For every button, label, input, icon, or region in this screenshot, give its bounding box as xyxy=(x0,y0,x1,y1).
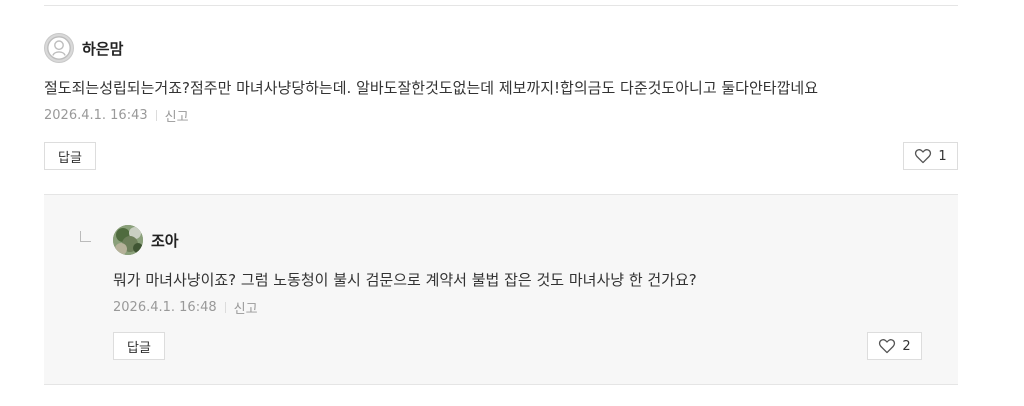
reply-meta: 2026.4.1. 16:48 신고 xyxy=(113,298,258,317)
reply-indicator-icon xyxy=(80,231,91,242)
meta-separator xyxy=(155,110,157,121)
reply-author-name[interactable]: 조아 xyxy=(151,230,179,251)
heart-icon xyxy=(879,339,896,354)
default-profile-icon[interactable] xyxy=(44,33,74,63)
like-button[interactable]: 2 xyxy=(867,332,922,360)
report-link[interactable]: 신고 xyxy=(234,298,258,317)
reply-item: 조아 뭐가 마녀사냥이죠? 그럼 노동청이 불시 검문으로 계약서 불법 잡은 … xyxy=(44,195,958,384)
heart-icon xyxy=(915,149,932,164)
comment-author-row: 하은맘 xyxy=(44,33,123,63)
bottom-divider xyxy=(44,384,958,385)
reply-date: 2026.4.1. 16:48 xyxy=(113,300,217,315)
top-divider xyxy=(44,5,958,6)
reply-button[interactable]: 답글 xyxy=(113,332,165,360)
comment-meta: 2026.4.1. 16:43 신고 xyxy=(44,106,189,125)
report-link[interactable]: 신고 xyxy=(165,106,189,125)
reply-text: 뭐가 마녀사냥이죠? 그럼 노동청이 불시 검문으로 계약서 불법 잡은 것도 … xyxy=(113,271,697,289)
meta-separator xyxy=(224,302,226,313)
like-button[interactable]: 1 xyxy=(903,142,958,170)
comment-date: 2026.4.1. 16:43 xyxy=(44,108,148,123)
comment-author-name[interactable]: 하은맘 xyxy=(82,38,123,59)
reply-button[interactable]: 답글 xyxy=(44,142,96,170)
profile-photo-icon[interactable] xyxy=(113,225,143,255)
like-count: 1 xyxy=(938,148,947,164)
reply-author-row: 조아 xyxy=(113,225,179,255)
like-count: 2 xyxy=(902,338,911,354)
comment-text: 절도죄는성립되는거죠?점주만 마녀사냥당하는데. 알바도잘한것도없는데 제보까지… xyxy=(44,79,818,97)
